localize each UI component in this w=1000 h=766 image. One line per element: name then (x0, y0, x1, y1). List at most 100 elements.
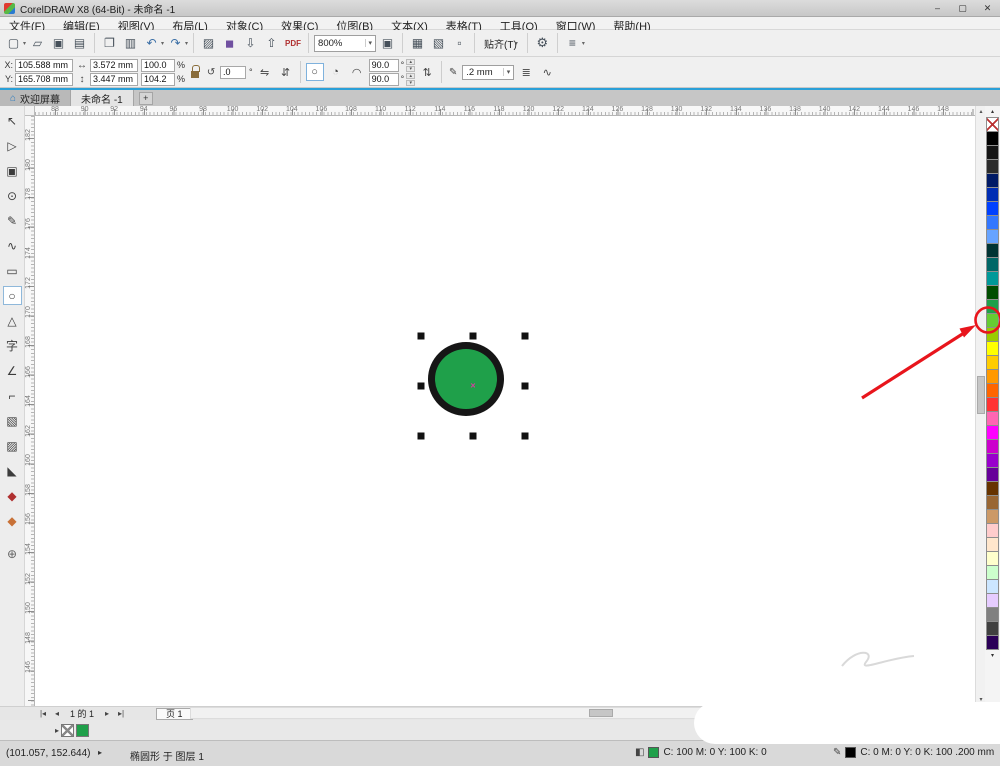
pdf-button[interactable]: PDF (283, 33, 303, 54)
draw-bounding-box-button[interactable]: ▫ (450, 33, 469, 54)
palette-swatch-22[interactable] (986, 425, 999, 440)
palette-swatch-27[interactable] (986, 495, 999, 510)
search-content-button[interactable]: ▨ (199, 33, 218, 54)
tab-welcome-screen[interactable]: ⌂ 欢迎屏幕 (0, 90, 72, 106)
freehand-tool[interactable]: ✎ (3, 211, 22, 230)
scale-y-field[interactable]: 104.2 (141, 72, 175, 86)
palette-swatch-31[interactable] (986, 551, 999, 566)
spin-down-icon[interactable]: ▾ (406, 65, 416, 72)
close-button[interactable]: ✕ (975, 0, 1000, 16)
palette-swatch-30[interactable] (986, 537, 999, 552)
last-page-button[interactable]: ▸| (114, 709, 128, 718)
horizontal-scrollbar-thumb[interactable] (589, 709, 613, 717)
rotation-angle-field[interactable]: .0 (220, 65, 247, 79)
options-button[interactable]: ⚙ (533, 33, 552, 54)
undo-button[interactable]: ↶ (142, 33, 161, 54)
palette-swatch-7[interactable] (986, 215, 999, 230)
prev-page-button[interactable]: ◂ (50, 709, 64, 718)
connector-tool[interactable]: ⌐ (3, 386, 22, 405)
palette-swatch-11[interactable] (986, 271, 999, 286)
selection-handle[interactable] (417, 332, 425, 340)
view-grid-button[interactable]: ▧ (429, 33, 448, 54)
drawing-canvas[interactable]: × (35, 116, 975, 706)
start-angle-field[interactable]: 90.0 (368, 58, 399, 72)
palette-scroll-down-button[interactable]: ▾ (985, 650, 1000, 662)
palette-swatch-35[interactable] (986, 607, 999, 622)
vertical-ruler[interactable]: 182 180 178 176 174 172 170 168 166 164 162 160 158 1… (25, 116, 35, 706)
shape-tool[interactable]: ▷ (3, 136, 22, 155)
object-height-field[interactable]: 3.447 mm (90, 72, 138, 86)
view-pages-button[interactable]: ▦ (408, 33, 427, 54)
text-tool[interactable]: 字 (3, 336, 22, 355)
palette-swatch-13[interactable] (986, 299, 999, 314)
palette-no-color-swatch[interactable] (986, 117, 999, 132)
wrap-text-button[interactable]: ≣ (517, 63, 535, 81)
vertical-scrollbar-thumb[interactable] (977, 376, 985, 414)
palette-swatch-10[interactable] (986, 257, 999, 272)
end-angle-spinner[interactable]: ▴ ▾ (406, 72, 416, 86)
page-tab[interactable]: 页 1 (156, 707, 193, 720)
change-direction-button[interactable]: ⇅ (418, 63, 436, 81)
object-x-field[interactable]: 105.588 mm (15, 58, 73, 72)
artistic-media-tool[interactable]: ∿ (3, 236, 22, 255)
palette-swatch-5[interactable] (986, 187, 999, 202)
palette-swatch-28[interactable] (986, 509, 999, 524)
print-button[interactable]: ▤ (70, 33, 89, 54)
palette-swatch-21[interactable] (986, 411, 999, 426)
import-button[interactable]: ⇩ (241, 33, 260, 54)
rectangle-tool[interactable]: ▭ (3, 261, 22, 280)
palette-swatch-32[interactable] (986, 565, 999, 580)
next-page-button[interactable]: ▸ (100, 709, 114, 718)
doc-palette-none-swatch[interactable] (61, 723, 75, 737)
tab-document[interactable]: 未命名 -1 (71, 90, 134, 106)
doc-palette-green-swatch[interactable] (76, 723, 90, 737)
palette-swatch-3[interactable] (986, 159, 999, 174)
quick-customize-button[interactable]: ≡ (563, 33, 582, 54)
arc-mode-button[interactable]: ◠ (348, 63, 366, 81)
fill-tool[interactable]: ◆ (3, 511, 22, 530)
maximize-button[interactable]: ▢ (950, 0, 975, 16)
palette-swatch-12[interactable] (986, 285, 999, 300)
palette-swatch-25[interactable] (986, 467, 999, 482)
palette-swatch-33[interactable] (986, 579, 999, 594)
mirror-vertical-button[interactable]: ⇵ (277, 63, 295, 81)
add-tool-button[interactable]: ⊕ (3, 544, 22, 563)
drop-shadow-tool[interactable]: ▧ (3, 411, 22, 430)
redo-caret-icon[interactable]: ▾ (185, 40, 188, 47)
object-y-field[interactable]: 165.708 mm (15, 72, 73, 86)
status-flyout-icon[interactable]: ▸ (98, 748, 102, 757)
palette-swatch-23[interactable] (986, 439, 999, 454)
paste-button[interactable]: ▥ (121, 33, 140, 54)
welcome-screen-button[interactable]: ◼ (220, 33, 239, 54)
customize-caret-icon[interactable]: ▾ (582, 40, 585, 47)
new-document-caret-icon[interactable]: ▾ (23, 40, 26, 47)
outline-width-combo[interactable]: .2 mm ▾ (462, 64, 515, 80)
selection-handle[interactable] (417, 432, 425, 440)
first-page-button[interactable]: |◂ (36, 709, 50, 718)
polygon-tool[interactable]: △ (3, 311, 22, 330)
object-width-field[interactable]: 3.572 mm (90, 58, 138, 72)
start-angle-spinner[interactable]: ▴ ▾ (406, 58, 416, 72)
new-tab-button[interactable]: + (138, 92, 153, 105)
palette-swatch-8[interactable] (986, 229, 999, 244)
zoom-caret-icon[interactable]: ▾ (364, 39, 372, 47)
undo-caret-icon[interactable]: ▾ (161, 40, 164, 47)
open-button[interactable]: ▱ (28, 33, 47, 54)
palette-swatch-37[interactable] (986, 635, 999, 650)
outline-width-caret-icon[interactable]: ▾ (502, 68, 510, 76)
palette-swatch-15[interactable] (986, 327, 999, 342)
zoom-level-combo[interactable]: 800% ▾ (314, 34, 377, 52)
selection-handle[interactable] (469, 332, 477, 340)
copy-button[interactable]: ❐ (100, 33, 119, 54)
selection-handle[interactable] (521, 432, 529, 440)
minimize-button[interactable]: – (925, 0, 950, 16)
palette-swatch-17[interactable] (986, 355, 999, 370)
selected-ellipse[interactable] (428, 342, 504, 416)
palette-swatch-2[interactable] (986, 145, 999, 160)
selection-handle[interactable] (521, 382, 529, 390)
palette-swatch-36[interactable] (986, 621, 999, 636)
palette-swatch-6[interactable] (986, 201, 999, 216)
scale-x-field[interactable]: 100.0 (141, 58, 175, 72)
zoom-tool[interactable]: ⊙ (3, 186, 22, 205)
ellipse-mode-button[interactable]: ○ (305, 63, 324, 81)
